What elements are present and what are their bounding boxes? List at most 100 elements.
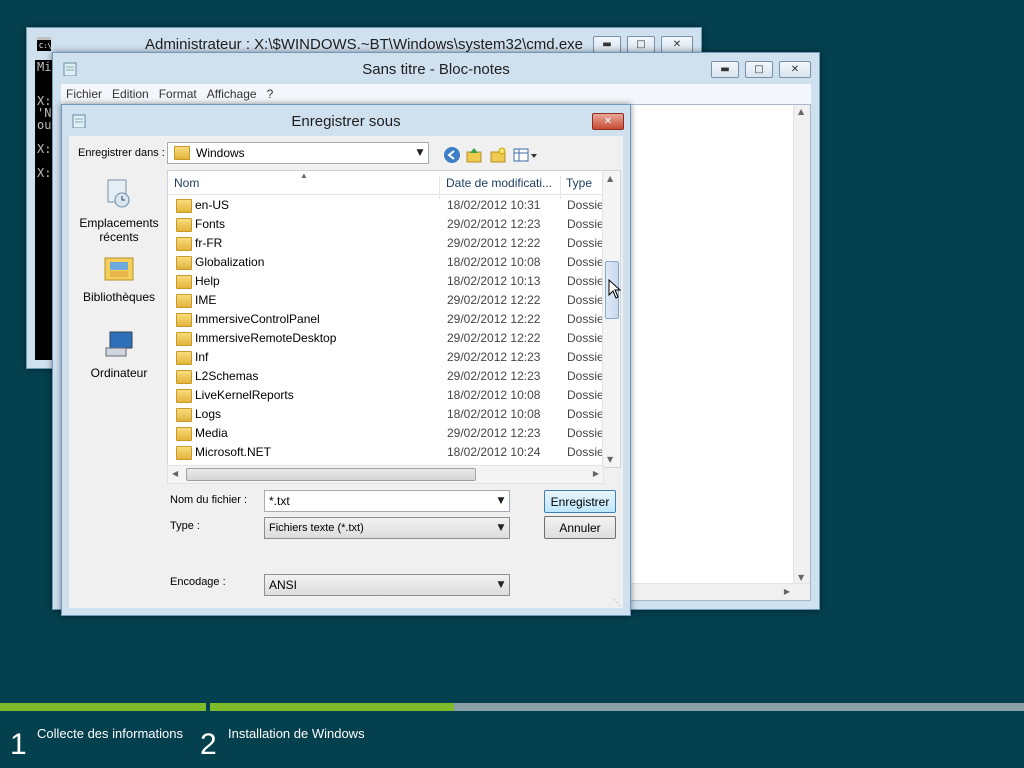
file-row[interactable]: ImmersiveRemoteDesktop 29/02/2012 12:22 Do… (168, 329, 603, 348)
folder-icon (176, 351, 192, 365)
filename-input[interactable]: *.txt ▼ (264, 490, 510, 512)
scroll-up-icon[interactable]: ▲ (798, 107, 804, 116)
column-header-name[interactable]: Nom (174, 176, 199, 190)
file-type: Dossie (567, 331, 603, 345)
file-row[interactable]: Globalization 18/02/2012 10:08 Dossie (168, 253, 603, 272)
place-computer[interactable]: Ordinateur (69, 328, 169, 380)
file-row[interactable]: LiveKernelReports 18/02/2012 10:08 Dossie (168, 386, 603, 405)
place-libraries[interactable]: Bibliothèques (69, 252, 169, 304)
file-type: Dossie (567, 407, 603, 421)
menu-format[interactable]: Format (154, 87, 202, 101)
cancel-button[interactable]: Annuler (544, 516, 616, 539)
dialog-close-button[interactable]: ✕ (592, 113, 624, 130)
folder-icon (176, 446, 192, 460)
file-date: 29/02/2012 12:22 (447, 293, 541, 307)
place-recent[interactable]: Emplacements récents (69, 178, 169, 244)
menu-help[interactable]: ? (262, 87, 279, 101)
console-line: X: (37, 166, 52, 180)
file-name: ImmersiveRemoteDesktop (195, 331, 337, 345)
maximize-button[interactable]: □ (745, 61, 773, 78)
file-name: Microsoft.NET (195, 445, 272, 459)
file-name: Media (195, 426, 228, 440)
save-as-dialog[interactable]: Enregistrer sous ✕ Enregistrer dans : Wi… (61, 104, 631, 616)
file-row[interactable]: Media 29/02/2012 12:23 Dossie (168, 424, 603, 443)
dialog-titlebar[interactable]: Enregistrer sous ✕ (62, 105, 630, 137)
close-button[interactable]: ✕ (661, 36, 693, 53)
scroll-right-icon[interactable]: ▶ (593, 469, 599, 478)
scroll-down-icon[interactable]: ▼ (607, 455, 613, 464)
file-type: Dossie (567, 274, 603, 288)
file-row[interactable]: Inf 29/02/2012 12:23 Dossie (168, 348, 603, 367)
notepad-vertical-scrollbar[interactable]: ▲ ▼ (793, 105, 810, 584)
scroll-up-icon[interactable]: ▲ (607, 174, 613, 183)
menu-affichage[interactable]: Affichage (202, 87, 262, 101)
save-in-dropdown[interactable]: Windows ▼ (167, 142, 429, 164)
place-libraries-label: Bibliothèques (82, 290, 156, 304)
encoding-dropdown[interactable]: ANSI ▼ (264, 574, 510, 596)
step1-fill (0, 703, 206, 711)
notepad-titlebar[interactable]: Sans titre - Bloc-notes ▬ □ ✕ (53, 53, 819, 85)
resize-grip-icon[interactable]: ⋱ (613, 598, 621, 607)
file-date: 29/02/2012 12:22 (447, 312, 541, 326)
file-type: Dossie (567, 350, 603, 364)
new-folder-icon[interactable] (489, 146, 507, 164)
file-name: ImmersiveControlPanel (195, 312, 320, 326)
menu-fichier[interactable]: Fichier (61, 87, 107, 101)
file-row[interactable]: Fonts 29/02/2012 12:23 Dossie (168, 215, 603, 234)
maximize-button[interactable]: □ (627, 36, 655, 53)
column-header-date[interactable]: Date de modificati... (446, 176, 552, 190)
back-icon[interactable] (443, 146, 461, 164)
save-in-value: Windows (196, 146, 245, 160)
dialog-title: Enregistrer sous (291, 112, 401, 130)
file-row[interactable]: fr-FR 29/02/2012 12:22 Dossie (168, 234, 603, 253)
folder-icon (176, 389, 192, 403)
file-row[interactable]: Logs 18/02/2012 10:08 Dossie (168, 405, 603, 424)
up-folder-icon[interactable] (465, 146, 483, 164)
scroll-down-icon[interactable]: ▼ (798, 573, 804, 582)
filename-value: *.txt (269, 494, 290, 508)
file-list-vertical-scrollbar[interactable]: ▲ ▼ (602, 171, 620, 467)
file-date: 18/02/2012 10:08 (447, 255, 541, 269)
horizontal-scroll-thumb[interactable] (186, 468, 476, 481)
folder-icon (176, 256, 192, 270)
file-type: Dossie (567, 198, 603, 212)
file-list-horizontal-scrollbar[interactable]: ◀ ▶ (167, 465, 604, 484)
file-type: Dossie (567, 217, 603, 231)
scroll-right-icon[interactable]: ▶ (784, 587, 790, 596)
file-row[interactable]: IME 29/02/2012 12:22 Dossie (168, 291, 603, 310)
file-type: Dossie (567, 255, 603, 269)
folder-icon (176, 408, 192, 422)
file-list-header: Nom ▲ Date de modificati... Type (168, 171, 603, 199)
file-date: 18/02/2012 10:08 (447, 388, 541, 402)
view-menu-icon[interactable] (513, 146, 539, 164)
file-list[interactable]: Nom ▲ Date de modificati... Type en-US 18… (167, 170, 621, 468)
close-button[interactable]: ✕ (779, 61, 811, 78)
file-row[interactable]: Help 18/02/2012 10:13 Dossie (168, 272, 603, 291)
save-in-label: Enregistrer dans : (78, 147, 165, 159)
chevron-down-icon[interactable]: ▼ (493, 496, 509, 506)
file-row[interactable]: en-US 18/02/2012 10:31 Dossie (168, 196, 603, 215)
column-header-type[interactable]: Type (566, 176, 592, 190)
minimize-button[interactable]: ▬ (593, 36, 621, 53)
maximize-icon: □ (754, 64, 764, 75)
file-name: L2Schemas (195, 369, 259, 383)
libraries-icon (104, 257, 134, 281)
step1-number: 1 (10, 728, 27, 761)
type-dropdown[interactable]: Fichiers texte (*.txt) ▼ (264, 517, 510, 539)
file-date: 29/02/2012 12:23 (447, 369, 541, 383)
step1-label: Collecte des informations (37, 726, 183, 741)
encoding-value: ANSI (269, 578, 298, 592)
file-name: en-US (195, 198, 230, 212)
file-row[interactable]: ImmersiveControlPanel 29/02/2012 12:22 Dos… (168, 310, 603, 329)
folder-icon (176, 313, 192, 327)
file-row[interactable]: L2Schemas 29/02/2012 12:23 Dossie (168, 367, 603, 386)
filename-label: Nom du fichier : (170, 494, 248, 506)
chevron-down-icon: ▼ (416, 148, 424, 158)
save-button[interactable]: Enregistrer (544, 490, 616, 513)
console-line: ou (37, 118, 52, 132)
folder-icon (176, 332, 192, 346)
minimize-button[interactable]: ▬ (711, 61, 739, 78)
scroll-left-icon[interactable]: ◀ (172, 469, 178, 478)
menu-edition[interactable]: Edition (107, 87, 154, 101)
file-row[interactable]: Microsoft.NET 18/02/2012 10:24 Dossie (168, 443, 603, 462)
